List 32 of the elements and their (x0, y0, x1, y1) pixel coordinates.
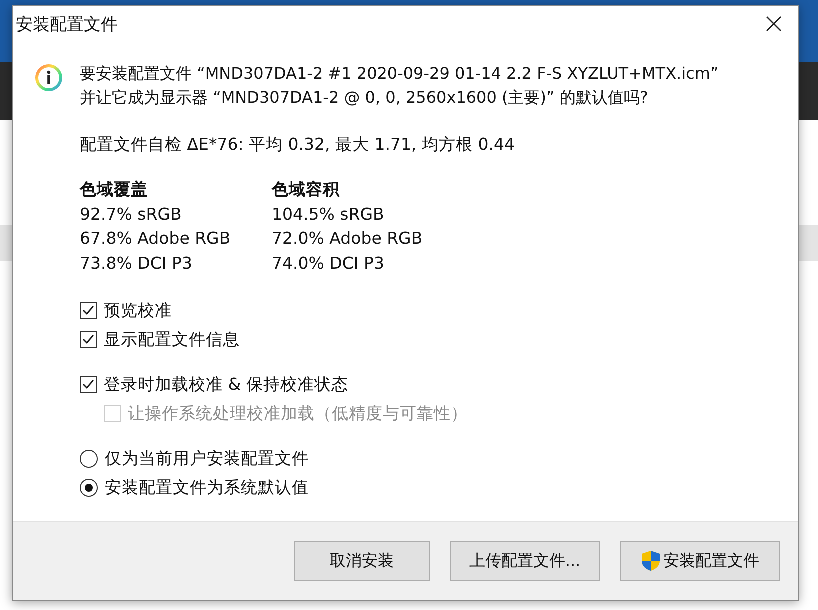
dialog-button[interactable]: 安装配置文件 (620, 541, 780, 581)
radio-button[interactable] (80, 478, 98, 496)
radio-label: 仅为当前用户安装配置文件 (105, 448, 309, 470)
message-text: 并让它成为显示器 “MND307DA1-2 @ 0, 0, 2560x1600 (主要)” 的默认值吗? (80, 87, 650, 109)
gamut-heading: 色域容积 (272, 179, 341, 201)
checkbox-label: 显示配置文件信息 (104, 328, 240, 350)
shield-icon (640, 550, 660, 572)
checkbox-label: 让操作系统处理校准加载（低精度与可靠性） (128, 402, 468, 424)
checkbox-label: 登录时加载校准 & 保持校准状态 (104, 374, 348, 396)
self-check-text: 配置文件自检 ΔE*76: 平均 0.32, 最大 1.71, 均方根 0.44 (80, 134, 516, 156)
gamut-value: 72.0% Adobe RGB (272, 228, 424, 250)
dialog-button[interactable]: 上传配置文件... (450, 541, 600, 581)
info-icon (35, 64, 63, 92)
radio-label: 安装配置文件为系统默认值 (105, 476, 309, 498)
gamut-value: 74.0% DCI P3 (272, 252, 386, 274)
close-icon[interactable] (766, 16, 782, 32)
checkmark-icon (82, 304, 95, 317)
checkbox-label: 预览校准 (104, 300, 172, 322)
gamut-value: 73.8% DCI P3 (80, 252, 194, 274)
gamut-value: 67.8% Adobe RGB (80, 228, 232, 250)
checkmark-icon (82, 333, 95, 346)
radio-button[interactable] (80, 450, 98, 468)
dialog-button[interactable]: 取消安装 (294, 541, 430, 581)
checkbox[interactable] (80, 331, 97, 348)
gamut-value: 104.5% sRGB (272, 204, 386, 226)
window-title: 安装配置文件 (16, 14, 118, 36)
gamut-heading: 色域覆盖 (80, 179, 149, 201)
checkbox[interactable] (80, 302, 97, 319)
checkbox[interactable] (80, 376, 97, 393)
gamut-value: 92.7% sRGB (80, 204, 183, 226)
checkmark-icon (82, 378, 95, 391)
message-text: 要安装配置文件 “MND307DA1-2 #1 2020-09-29 01-14 2.2 F-S XYZLUT+MTX.icm” (80, 63, 719, 85)
